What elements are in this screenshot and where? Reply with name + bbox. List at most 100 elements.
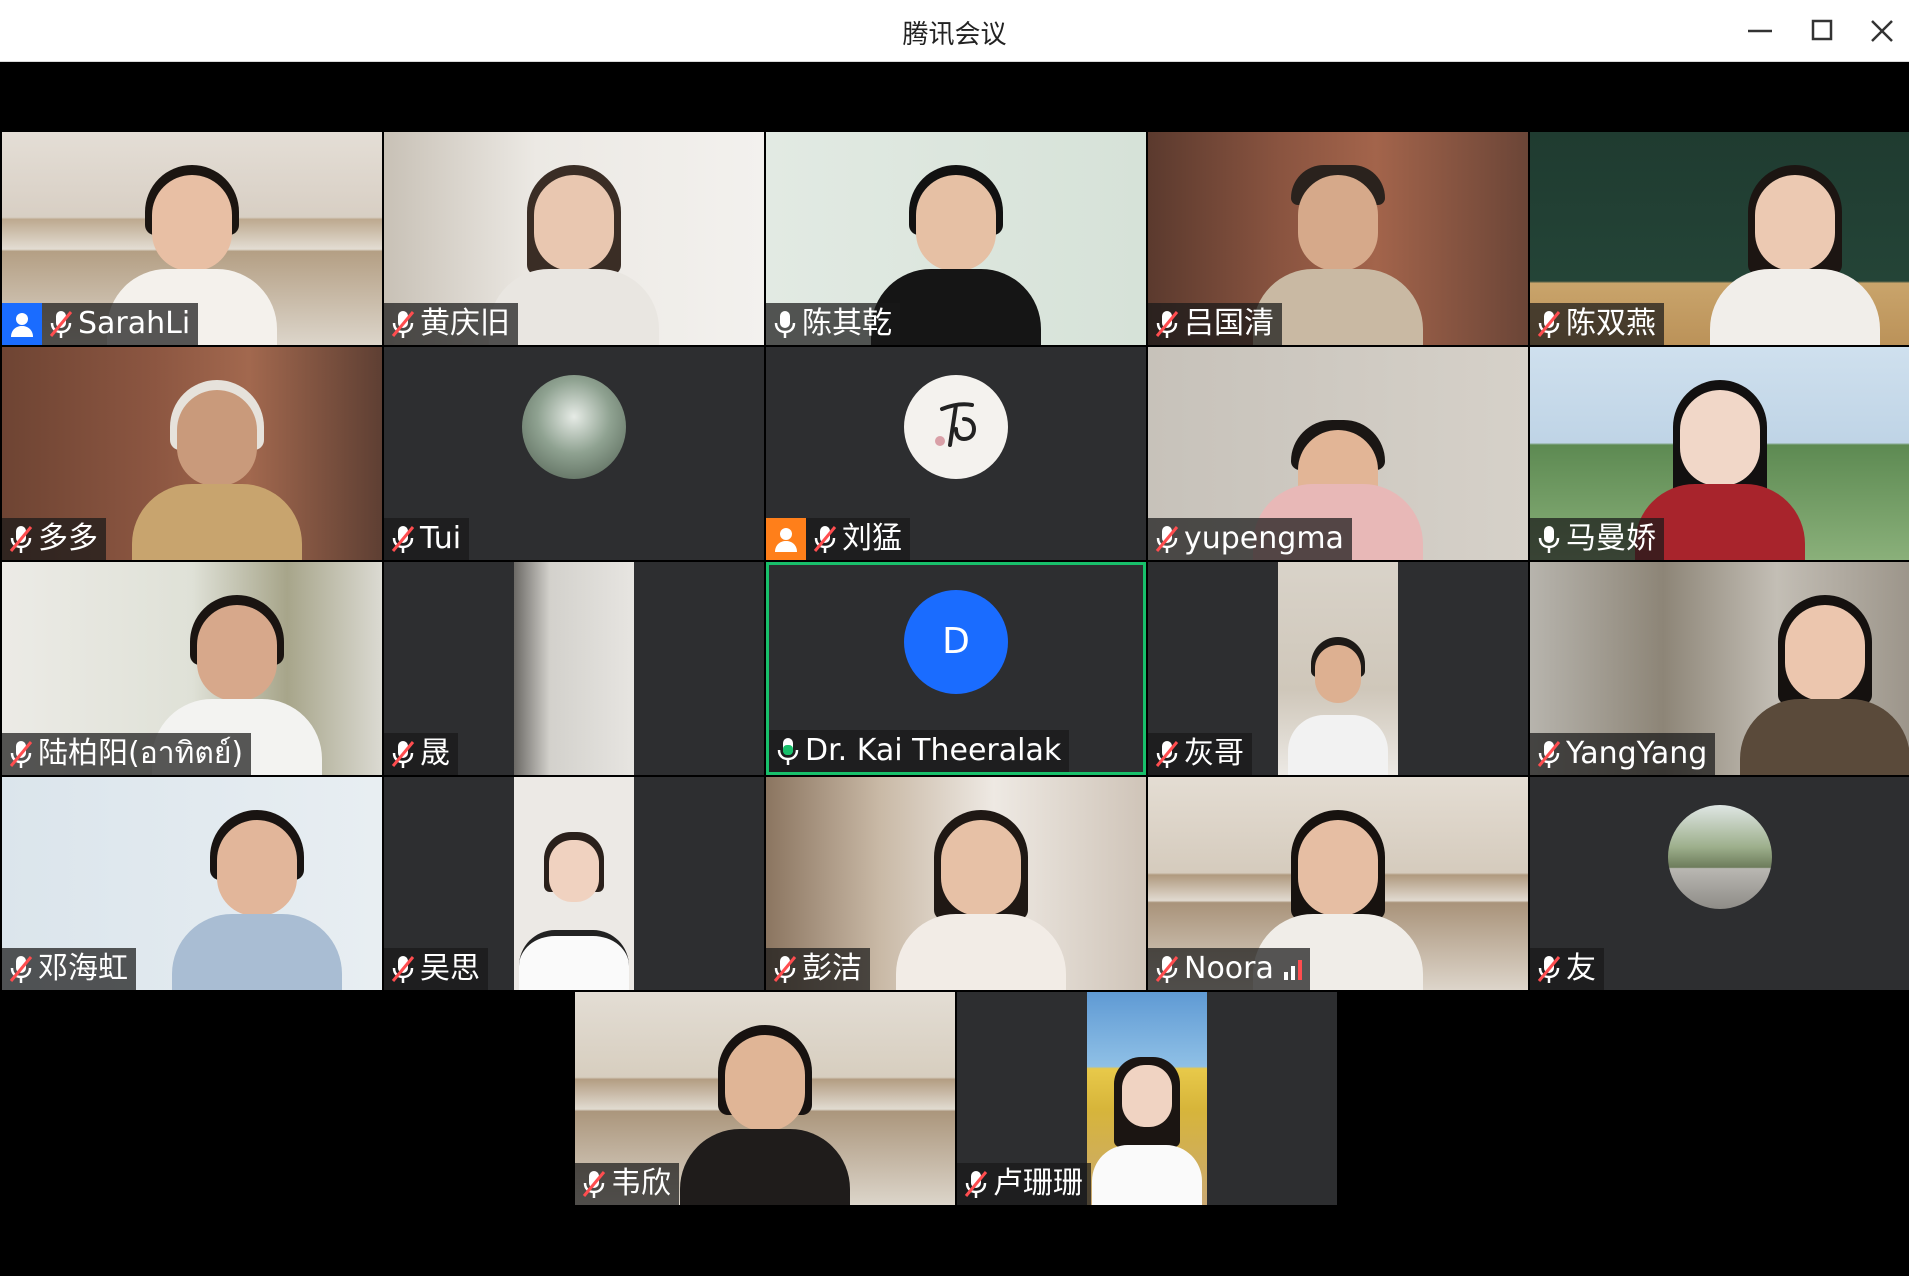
participant-tile[interactable]: 韦欣 xyxy=(575,992,955,1205)
mic-muted-icon[interactable] xyxy=(1154,738,1180,770)
participant-name: 陈双燕 xyxy=(1566,306,1656,341)
participant-tile[interactable]: 邓海虹 xyxy=(2,777,382,990)
mic-muted-icon[interactable] xyxy=(390,953,416,985)
participant-name: 陈其乾 xyxy=(802,306,892,341)
participant-tile[interactable]: 黄庆旧 xyxy=(384,132,764,345)
maximize-icon xyxy=(1811,19,1833,41)
mic-muted-icon[interactable] xyxy=(390,523,416,555)
mic-muted-icon[interactable] xyxy=(581,1168,607,1200)
mic-muted-icon[interactable] xyxy=(8,523,34,555)
participant-video xyxy=(514,562,634,775)
participant-video xyxy=(1710,155,1880,345)
participant-person xyxy=(519,820,629,990)
participant-name: 邓海虹 xyxy=(38,951,128,986)
title-bar: 腾讯会议 xyxy=(0,0,1909,62)
mic-muted-icon[interactable] xyxy=(1154,953,1180,985)
participant-name-label: 陈双燕 xyxy=(1530,303,1664,345)
cohost-icon xyxy=(766,518,806,560)
participant-name: 灰哥 xyxy=(1184,736,1244,771)
participant-tile[interactable]: 陈其乾 xyxy=(766,132,1146,345)
participant-tile[interactable]: 灰哥 xyxy=(1148,562,1528,775)
participant-name-label: Noora xyxy=(1148,948,1310,990)
mic-muted-icon[interactable] xyxy=(8,953,34,985)
mic-muted-icon[interactable] xyxy=(8,738,34,770)
participant-tile[interactable]: Noora xyxy=(1148,777,1528,990)
participant-name-label: 灰哥 xyxy=(1148,733,1252,775)
letter-avatar: D xyxy=(904,590,1008,694)
mic-muted-icon[interactable] xyxy=(1154,523,1180,555)
mic-muted-icon[interactable] xyxy=(390,308,416,340)
participant-name-label: Tui xyxy=(384,518,470,560)
video-gallery: SarahLi 黄庆旧 陈其乾 吕国清 陈双燕 多多 Tui 刘猛 yupeng… xyxy=(0,62,1909,1276)
participant-name: 卢珊珊 xyxy=(993,1166,1083,1201)
signal-bars-icon xyxy=(1283,958,1302,980)
mic-on-icon[interactable] xyxy=(1536,523,1562,555)
participant-name-label: 韦欣 xyxy=(575,1163,679,1205)
road-avatar xyxy=(1668,805,1772,909)
participant-tile[interactable]: SarahLi xyxy=(2,132,382,345)
mic-muted-icon[interactable] xyxy=(48,308,74,340)
minimize-icon xyxy=(1748,29,1772,33)
participant-name-label: 黄庆旧 xyxy=(384,303,518,345)
mic-muted-icon[interactable] xyxy=(390,738,416,770)
participant-tile[interactable]: 吕国清 xyxy=(1148,132,1528,345)
participant-video xyxy=(680,1015,850,1205)
participant-tile[interactable]: 陆柏阳(อาทิตย์) xyxy=(2,562,382,775)
mic-muted-icon[interactable] xyxy=(772,953,798,985)
participant-tile[interactable]: 马曼娇 xyxy=(1530,347,1909,560)
participant-tile[interactable]: 卢珊珊 xyxy=(957,992,1337,1205)
window-title: 腾讯会议 xyxy=(902,20,1007,50)
participant-name-label: 友 xyxy=(1530,948,1604,990)
participant-name-label: 刘猛 xyxy=(766,518,910,560)
participant-name: 友 xyxy=(1566,951,1596,986)
participant-tile[interactable]: 陈双燕 xyxy=(1530,132,1909,345)
participant-name-label: 吴思 xyxy=(384,948,488,990)
mic-on-icon[interactable] xyxy=(772,308,798,340)
participant-tile[interactable]: 吴思 xyxy=(384,777,764,990)
mic-muted-icon[interactable] xyxy=(1536,738,1562,770)
participant-name-label: 马曼娇 xyxy=(1530,518,1664,560)
maximize-button[interactable] xyxy=(1802,13,1842,49)
participant-tile[interactable]: 晟 xyxy=(384,562,764,775)
participant-name-label: 多多 xyxy=(2,518,106,560)
participant-tile[interactable]: 彭洁 xyxy=(766,777,1146,990)
participant-tile[interactable]: 多多 xyxy=(2,347,382,560)
close-button[interactable] xyxy=(1862,13,1902,49)
participant-name: 韦欣 xyxy=(611,1166,671,1201)
participant-video xyxy=(172,800,342,990)
waterfall-avatar xyxy=(522,375,626,479)
participant-video xyxy=(1278,562,1398,775)
participant-name: YangYang xyxy=(1566,736,1708,771)
participant-name-label: 邓海虹 xyxy=(2,948,136,990)
participant-name: 陆柏阳(อาทิตย์) xyxy=(38,736,244,771)
mic-muted-icon[interactable] xyxy=(1154,308,1180,340)
mic-muted-icon[interactable] xyxy=(963,1168,989,1200)
participant-video xyxy=(514,777,634,990)
mic-muted-icon[interactable] xyxy=(812,523,838,555)
mic-muted-icon[interactable] xyxy=(1536,953,1562,985)
mic-speaking-icon[interactable] xyxy=(775,735,801,767)
minimize-button[interactable] xyxy=(1740,13,1780,49)
participant-name-label: 陈其乾 xyxy=(766,303,900,345)
participant-tile[interactable]: Tui xyxy=(384,347,764,560)
mic-muted-icon[interactable] xyxy=(1536,308,1562,340)
participant-tile-active-speaker[interactable]: D Dr. Kai Theeralak xyxy=(766,562,1146,775)
participant-name-label: Dr. Kai Theeralak xyxy=(769,730,1070,772)
participant-name-label: YangYang xyxy=(1530,733,1716,775)
participant-name: SarahLi xyxy=(78,306,191,341)
participant-tile[interactable]: yupengma xyxy=(1148,347,1528,560)
participant-name: yupengma xyxy=(1184,521,1344,556)
participant-video xyxy=(132,370,302,560)
participant-name-label: 吕国清 xyxy=(1148,303,1282,345)
participant-tile[interactable]: 友 xyxy=(1530,777,1909,990)
participant-name: Noora xyxy=(1184,951,1274,986)
participant-tile[interactable]: 刘猛 xyxy=(766,347,1146,560)
participant-name: Tui xyxy=(420,521,462,556)
participant-name-label: 晟 xyxy=(384,733,458,775)
participant-person xyxy=(1288,625,1388,775)
participant-name: 晟 xyxy=(420,736,450,771)
participant-name-label: yupengma xyxy=(1148,518,1352,560)
participant-tile[interactable]: YangYang xyxy=(1530,562,1909,775)
participant-name: 刘猛 xyxy=(842,521,902,556)
participant-name: Dr. Kai Theeralak xyxy=(805,733,1062,768)
